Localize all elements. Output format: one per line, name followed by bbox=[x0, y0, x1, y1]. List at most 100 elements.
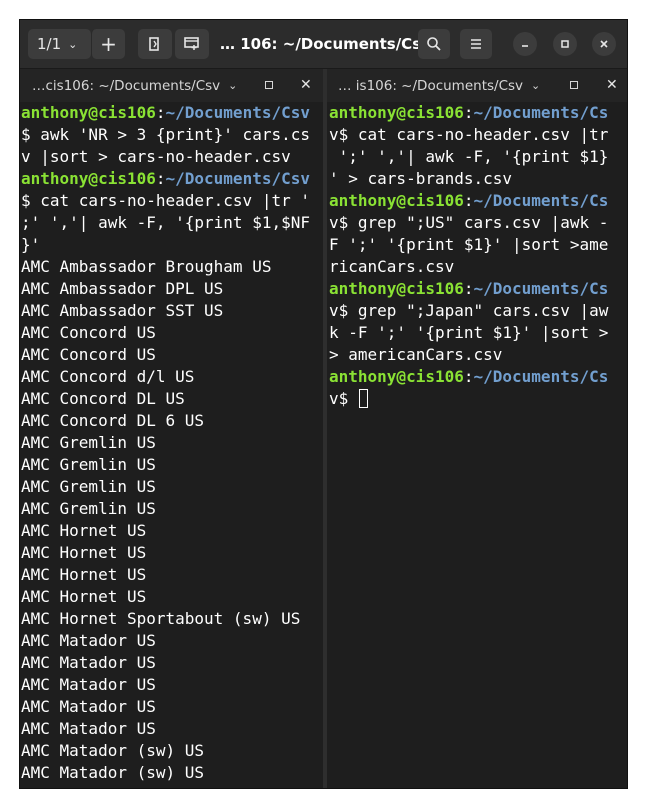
terminal-line: AMC Ambassador DPL US bbox=[21, 278, 323, 300]
line-text: AMC Hornet US bbox=[21, 565, 147, 584]
prompt-separator: : bbox=[155, 169, 166, 188]
line-text: AMC Gremlin US bbox=[21, 433, 156, 452]
line-text: v$ cat cars-no-header.csv |tr bbox=[329, 125, 609, 144]
prompt-path: ~/Documents/Cs bbox=[473, 367, 609, 386]
maximize-pane-icon[interactable] bbox=[265, 81, 273, 89]
maximize-button[interactable] bbox=[553, 32, 577, 56]
maximize-icon bbox=[561, 40, 569, 48]
line-text: AMC Ambassador SST US bbox=[21, 301, 224, 320]
tab-left[interactable]: …cis106: ~/Documents/Csv ⌄ ✕ bbox=[32, 69, 322, 102]
search-button[interactable] bbox=[418, 29, 450, 59]
terminal-line: AMC Matador (sw) US bbox=[21, 740, 323, 762]
terminal-line: ' > cars-brands.csv bbox=[329, 168, 627, 190]
prompt-path: ~/Documents/Cs bbox=[473, 279, 609, 298]
terminal-pane-left[interactable]: anthony@cis106:~/Documents/Csv $ awk 'NR … bbox=[21, 102, 323, 788]
terminal-line: v$ bbox=[329, 388, 627, 410]
tab-overview-icon bbox=[149, 37, 159, 51]
new-window-icon bbox=[184, 37, 199, 50]
terminal-pane-right[interactable]: anthony@cis106:~/Documents/Cs v$ cat cars… bbox=[329, 102, 627, 788]
line-text: AMC Hornet US bbox=[21, 587, 147, 606]
line-text: $ cat cars-no-header.csv |tr ' bbox=[21, 191, 310, 210]
terminal-line: anthony@cis106:~/Documents/Cs bbox=[329, 190, 627, 212]
line-text: AMC Concord US bbox=[21, 345, 156, 364]
line-text: AMC Matador US bbox=[21, 653, 156, 672]
prompt-path: ~/Documents/Cs bbox=[473, 103, 609, 122]
close-icon bbox=[600, 40, 608, 48]
terminal-line: AMC Concord US bbox=[21, 322, 323, 344]
new-tab-button[interactable]: + bbox=[91, 29, 125, 59]
terminal-line: anthony@cis106:~/Documents/Csv bbox=[21, 168, 323, 190]
terminal-line: }' bbox=[21, 234, 323, 256]
terminal-line: AMC Matador US bbox=[21, 674, 323, 696]
line-text: AMC Gremlin US bbox=[21, 499, 156, 518]
terminal-line: AMC Matador US bbox=[21, 652, 323, 674]
terminal-line: AMC Matador (sw) US bbox=[21, 762, 323, 784]
line-text: ' > cars-brands.csv bbox=[329, 169, 513, 188]
line-text: AMC Hornet Sportabout (sw) US bbox=[21, 609, 301, 628]
close-tab-icon[interactable]: ✕ bbox=[606, 77, 618, 93]
terminal-line: AMC Concord d/l US bbox=[21, 366, 323, 388]
pane-divider[interactable] bbox=[323, 69, 327, 788]
terminal-line: v$ grep ";US" cars.csv |awk - bbox=[329, 212, 627, 234]
minimize-button[interactable] bbox=[513, 32, 537, 56]
line-text: > americanCars.csv bbox=[329, 345, 503, 364]
terminal-line: anthony@cis106:~/Documents/Cs bbox=[329, 278, 627, 300]
line-text: k -F ';' '{print $1}' |sort > bbox=[329, 323, 609, 342]
terminal-line: AMC Concord DL US bbox=[21, 388, 323, 410]
terminal-line: AMC Hornet US bbox=[21, 586, 323, 608]
prompt-user: anthony@cis106 bbox=[329, 279, 464, 298]
maximize-pane-icon[interactable] bbox=[570, 81, 578, 89]
minimize-icon bbox=[522, 45, 528, 47]
line-text: v$ bbox=[329, 389, 358, 408]
terminal-line: ;' ','| awk -F, '{print $1,$NF bbox=[21, 212, 323, 234]
close-button[interactable] bbox=[592, 32, 616, 56]
prompt-separator: : bbox=[463, 279, 474, 298]
tab-overview-icon-button[interactable] bbox=[138, 29, 172, 59]
terminal-line: $ cat cars-no-header.csv |tr ' bbox=[21, 190, 323, 212]
terminal-line: AMC Ambassador SST US bbox=[21, 300, 323, 322]
terminal-line: AMC Concord DL 6 US bbox=[21, 410, 323, 432]
line-text: }' bbox=[21, 235, 41, 254]
search-icon bbox=[427, 37, 441, 51]
terminal-line: AMC Gremlin US bbox=[21, 454, 323, 476]
terminal-line: AMC Gremlin US bbox=[21, 498, 323, 520]
line-text: v$ grep ";Japan" cars.csv |aw bbox=[329, 301, 609, 320]
line-text: AMC Matador US bbox=[21, 697, 156, 716]
tab-counter-label: 1/1 bbox=[37, 35, 62, 53]
close-tab-icon[interactable]: ✕ bbox=[300, 77, 312, 93]
header-bar: 1/1 ⌄ + … 106: ~/Documents/Csv bbox=[20, 20, 627, 69]
line-text: AMC Matador US bbox=[21, 675, 156, 694]
terminal-line: > americanCars.csv bbox=[329, 344, 627, 366]
prompt-separator: : bbox=[155, 103, 166, 122]
terminal-line: AMC Hornet US bbox=[21, 542, 323, 564]
line-text: AMC Ambassador Brougham US bbox=[21, 257, 272, 276]
chevron-down-icon[interactable]: ⌄ bbox=[228, 79, 237, 92]
line-text: AMC Matador US bbox=[21, 631, 156, 650]
prompt-separator: : bbox=[463, 103, 474, 122]
terminal-line: v$ cat cars-no-header.csv |tr bbox=[329, 124, 627, 146]
prompt-path: ~/Documents/Csv bbox=[165, 169, 311, 188]
prompt-user: anthony@cis106 bbox=[329, 191, 464, 210]
line-text: AMC Matador (sw) US bbox=[21, 763, 205, 782]
terminal-line: AMC Hornet US bbox=[21, 520, 323, 542]
tab-right[interactable]: … is106: ~/Documents/Csv ⌄ ✕ bbox=[338, 69, 627, 102]
terminal-line: F ';' '{print $1}' |sort >ame bbox=[329, 234, 627, 256]
line-text: AMC Ambassador DPL US bbox=[21, 279, 224, 298]
prompt-path: ~/Documents/Cs bbox=[473, 191, 609, 210]
prompt-user: anthony@cis106 bbox=[329, 367, 464, 386]
menu-button[interactable] bbox=[460, 29, 492, 59]
line-text: ;' ','| awk -F, '{print $1,$NF bbox=[21, 213, 310, 232]
terminal-line: AMC Ambassador Brougham US bbox=[21, 256, 323, 278]
tab-overview-button[interactable]: 1/1 ⌄ bbox=[28, 29, 91, 59]
line-text: AMC Matador US bbox=[21, 719, 156, 738]
prompt-separator: : bbox=[463, 191, 474, 210]
prompt-separator: : bbox=[463, 367, 474, 386]
chevron-down-icon: ⌄ bbox=[68, 37, 78, 51]
prompt-path: ~/Documents/Csv bbox=[165, 103, 311, 122]
line-text: AMC Gremlin US bbox=[21, 477, 156, 496]
chevron-down-icon[interactable]: ⌄ bbox=[531, 79, 540, 92]
new-window-button[interactable] bbox=[175, 29, 209, 59]
new-tab-icon: + bbox=[100, 32, 117, 56]
line-text: ';' ','| awk -F, '{print $1} bbox=[329, 147, 609, 166]
terminal-line: AMC Hornet US bbox=[21, 564, 323, 586]
